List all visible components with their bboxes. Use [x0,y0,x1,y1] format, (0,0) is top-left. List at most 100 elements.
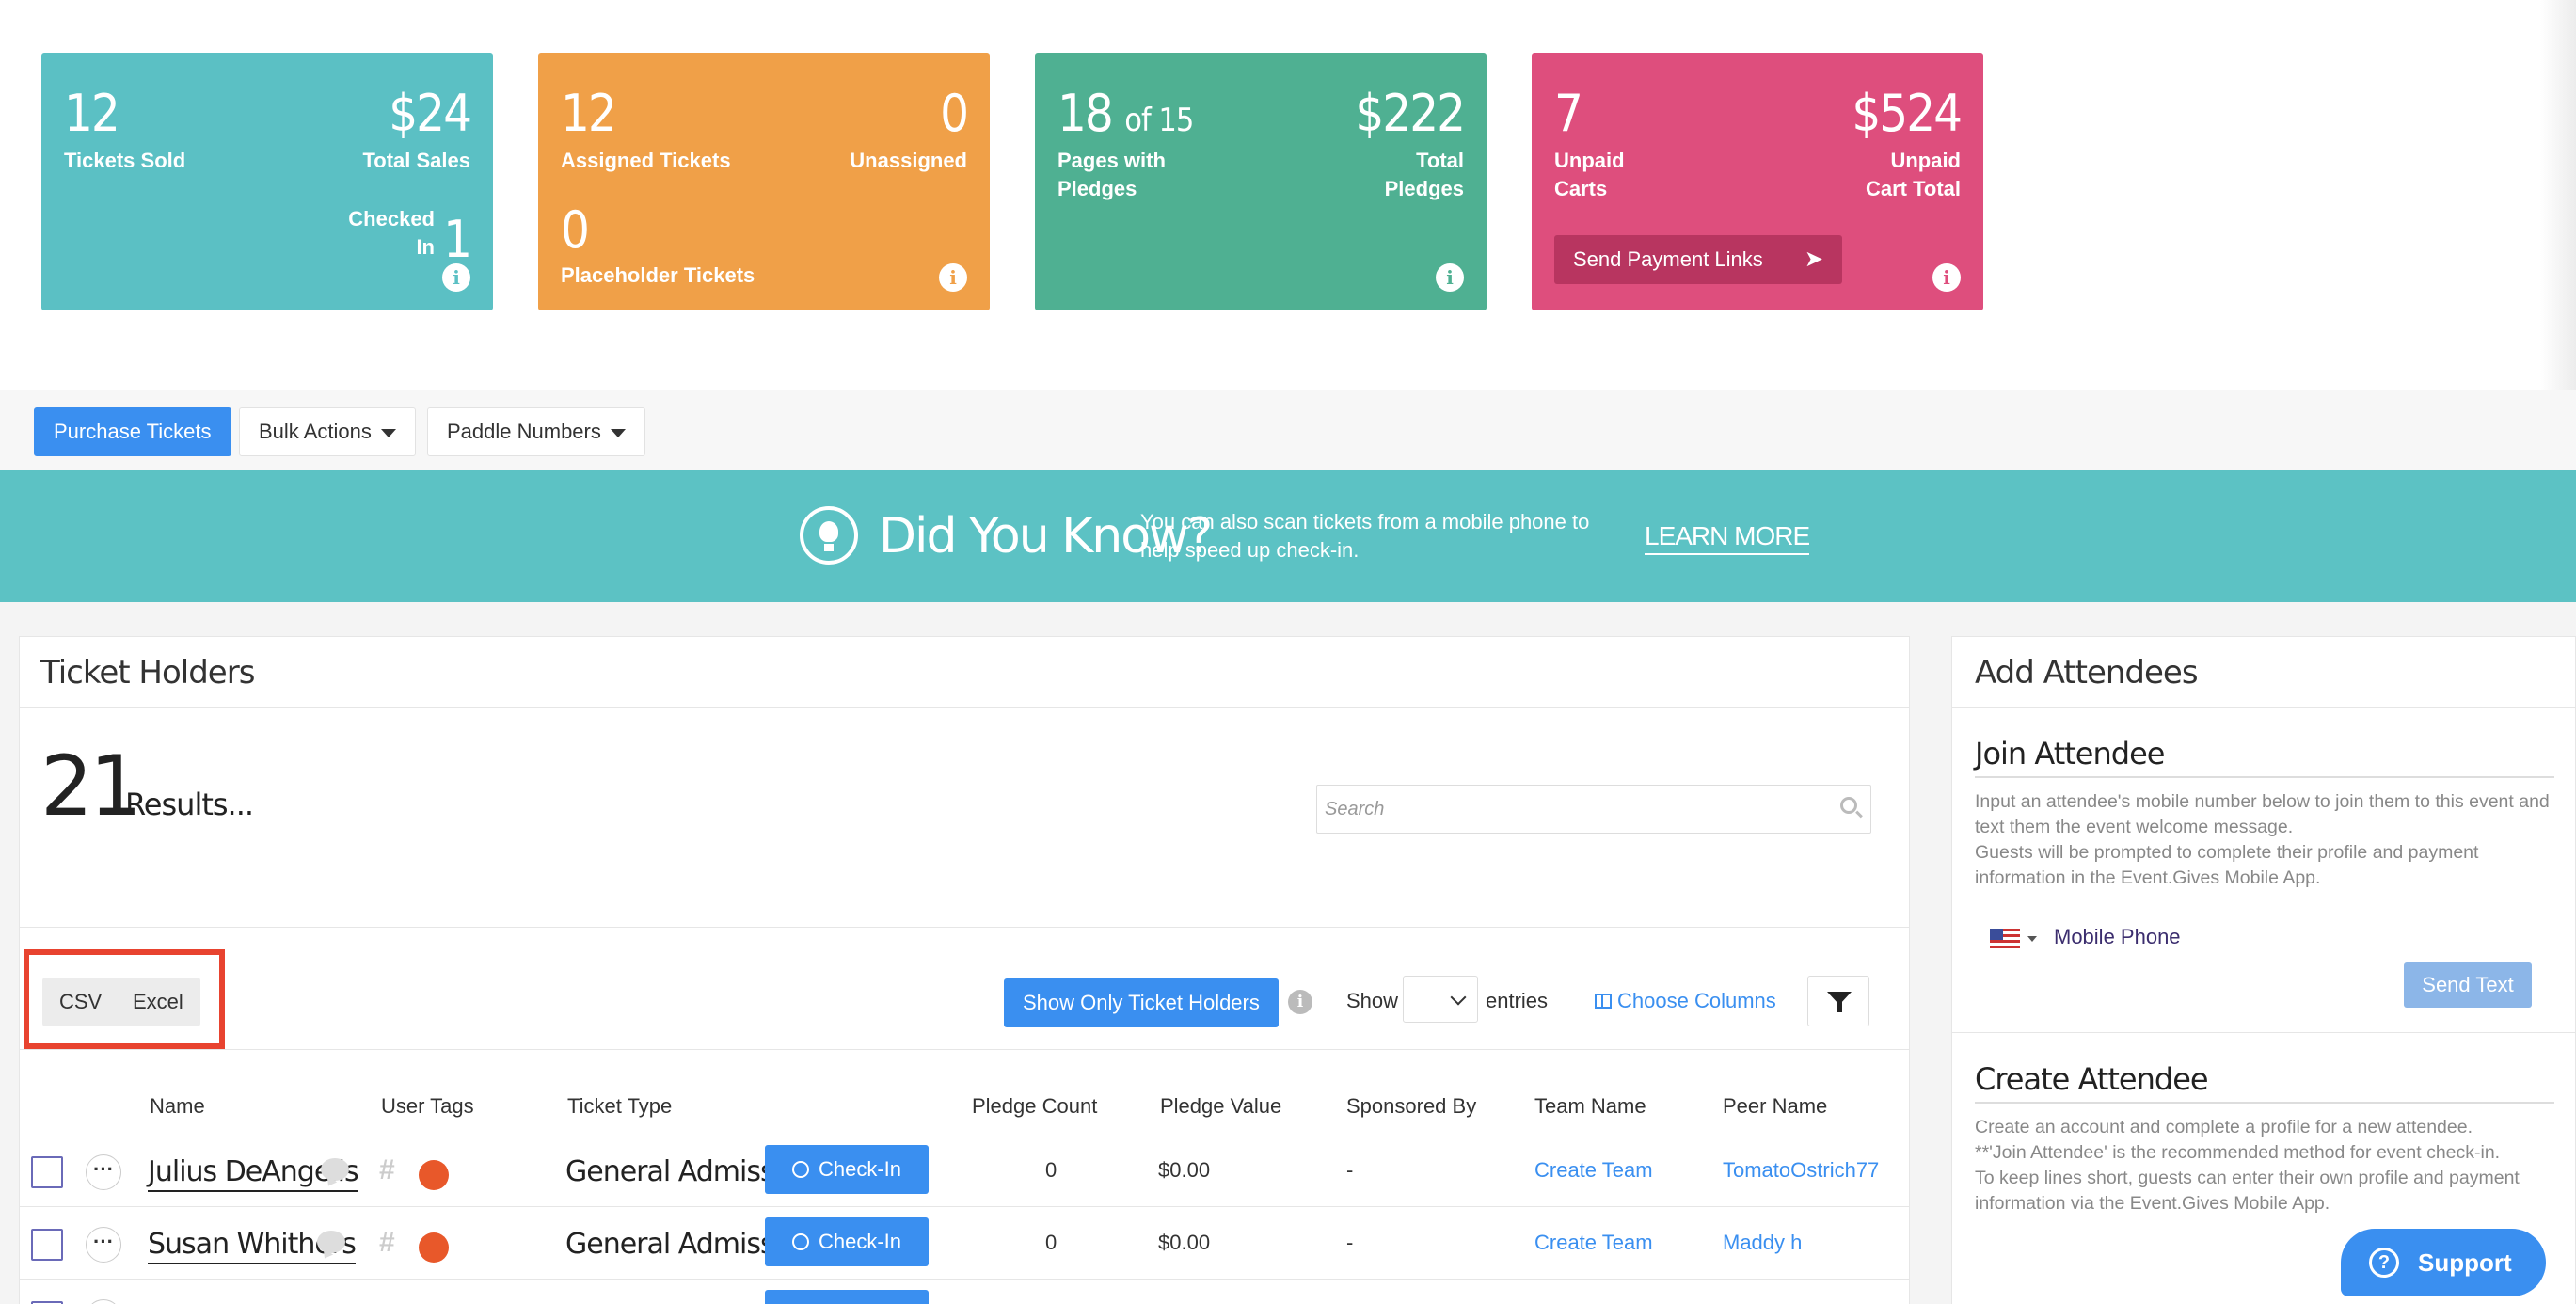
chat-icon[interactable] [317,1231,345,1253]
column-header-name[interactable]: Name [150,1092,205,1121]
assigned-label: Assigned Tickets [561,149,731,172]
column-header-team-name[interactable]: Team Name [1534,1092,1646,1121]
info-icon[interactable]: i [1932,263,1961,292]
create-attendee-help-3: To keep lines short, guests can enter th… [1975,1168,2520,1214]
search-input[interactable]: Search [1316,785,1871,834]
total-pledges-label-1: Total [1416,149,1464,172]
send-payment-links-label: Send Payment Links [1573,247,1763,271]
divider [1952,1032,2575,1033]
peer-name-link[interactable]: Maddy h [1723,1229,1802,1257]
caret-down-icon [380,428,396,437]
column-header-ticket-type[interactable]: Ticket Type [567,1092,672,1121]
placeholder-count: 0 [561,200,590,260]
tickets-sold-card: 12 Tickets Sold $24 Total Sales Checked … [41,53,493,310]
pledge-count: 0 [1045,1158,1057,1182]
page-edge [2540,0,2576,390]
join-attendee-title: Join Attendee [1975,736,2165,771]
unpaid-carts-label-1: Unpaid [1554,149,1625,172]
mobile-phone-input[interactable]: Mobile Phone [2054,923,2181,951]
divider [20,1049,1909,1050]
info-icon[interactable]: i [1288,990,1312,1014]
create-team-link[interactable]: Create Team [1534,1229,1653,1257]
circle-icon [791,1233,809,1250]
send-payment-links-button[interactable]: Send Payment Links ➤ [1554,235,1842,284]
check-in-button[interactable]: Check-In [765,1145,929,1194]
row-checkbox[interactable] [31,1229,63,1261]
info-icon[interactable]: i [442,263,470,292]
excel-export-button[interactable]: Excel [116,978,200,1026]
tickets-sold-count: 12 [64,84,120,143]
column-header-sponsored-by[interactable]: Sponsored By [1346,1092,1476,1121]
row-menu-button[interactable]: ··· [86,1227,121,1263]
row-menu-button[interactable]: ··· [86,1154,121,1190]
pledge-count: 0 [1045,1231,1057,1254]
send-text-button[interactable]: Send Text [2404,962,2532,1008]
choose-columns-button[interactable]: Choose Columns [1595,987,1776,1015]
assigned-count: 12 [561,84,617,143]
lightbulb-icon [800,506,858,565]
column-header-pledge-value[interactable]: Pledge Value [1160,1092,1281,1121]
paper-plane-icon: ➤ [1804,246,1823,272]
learn-more-link[interactable]: LEARN MORE [1645,519,1810,555]
tag-icon[interactable]: # [379,1154,395,1186]
row-menu-button[interactable] [86,1299,121,1304]
unpaid-carts-label-2: Carts [1554,177,1608,200]
support-button[interactable]: ? Support [2341,1229,2546,1296]
chat-icon[interactable] [321,1158,349,1181]
pledge-value: $0.00 [1158,1231,1211,1254]
sponsored-by: - [1346,1158,1354,1182]
check-in-button[interactable] [765,1290,929,1304]
row-checkbox[interactable] [31,1156,63,1188]
pages-label-2: Pledges [1057,177,1137,200]
us-flag-icon[interactable] [1990,929,2020,949]
info-icon[interactable]: i [939,263,967,292]
csv-export-button[interactable]: CSV [42,978,119,1026]
panel-title: Ticket Holders [40,654,255,692]
banner-text: You can also scan tickets from a mobile … [1140,510,1590,562]
results-count: 21 [40,738,142,835]
pages-with-pledges-count: 18 of 15 [1057,88,1194,146]
divider [1975,1102,2554,1104]
filter-button[interactable] [1807,976,1869,1026]
entries-select[interactable] [1403,976,1478,1023]
pages-label-1: Pages with [1057,149,1166,172]
create-team-link[interactable]: Create Team [1534,1156,1653,1185]
sponsored-by: - [1346,1231,1354,1254]
info-icon[interactable]: i [1436,263,1464,292]
add-attendees-panel: Add Attendees Join Attendee Input an att… [1951,636,2576,1304]
unpaid-carts-count: 7 [1554,84,1583,143]
join-attendee-help-1: Input an attendee's mobile number below … [1975,791,2550,837]
export-buttons-highlight: CSV Excel [24,949,225,1049]
column-header-pledge-count[interactable]: Pledge Count [972,1092,1097,1121]
columns-icon [1595,994,1612,1009]
column-header-user-tags[interactable]: User Tags [381,1092,474,1121]
divider [20,707,1909,708]
tickets-sold-label: Tickets Sold [64,149,186,172]
create-attendee-help-2: **'Join Attendee' is the recommended met… [1975,1142,2501,1163]
check-in-button[interactable]: Check-In [765,1217,929,1266]
show-only-ticket-holders-button[interactable]: Show Only Ticket Holders [1004,978,1279,1027]
total-sales-label: Total Sales [362,149,470,172]
column-header-peer-name[interactable]: Peer Name [1723,1092,1827,1121]
table-row: ··· Julius DeAngelis # General Admission… [20,1136,1909,1207]
user-tag-dot [419,1160,449,1190]
paddle-numbers-dropdown[interactable]: Paddle Numbers [427,407,645,456]
user-tag-dot [419,1232,449,1263]
table-row: ··· Susan Whithers # General Admission C… [20,1208,1909,1280]
tag-icon[interactable]: # [379,1227,395,1259]
panel-title: Add Attendees [1975,654,2199,692]
unpaid-cart-total-label-1: Unpaid [1890,149,1961,172]
check-in-label: Check-In [818,1230,902,1253]
peer-name-link[interactable]: TomatoOstrich77 [1723,1156,1879,1185]
purchase-tickets-button[interactable]: Purchase Tickets [34,407,231,456]
placeholder-label: Placeholder Tickets [561,263,755,287]
pages-count: 18 [1057,84,1114,143]
unpaid-cart-total-label-2: Cart Total [1865,177,1961,200]
results-label: Results... [125,787,254,822]
caret-down-icon[interactable] [2027,936,2037,942]
unassigned-label: Unassigned [850,149,967,172]
action-toolbar: Purchase Tickets Bulk Actions Paddle Num… [0,390,2576,470]
total-pledges-amount: $222 [1355,84,1466,143]
bulk-actions-dropdown[interactable]: Bulk Actions [239,407,416,456]
search-icon [1840,797,1857,814]
